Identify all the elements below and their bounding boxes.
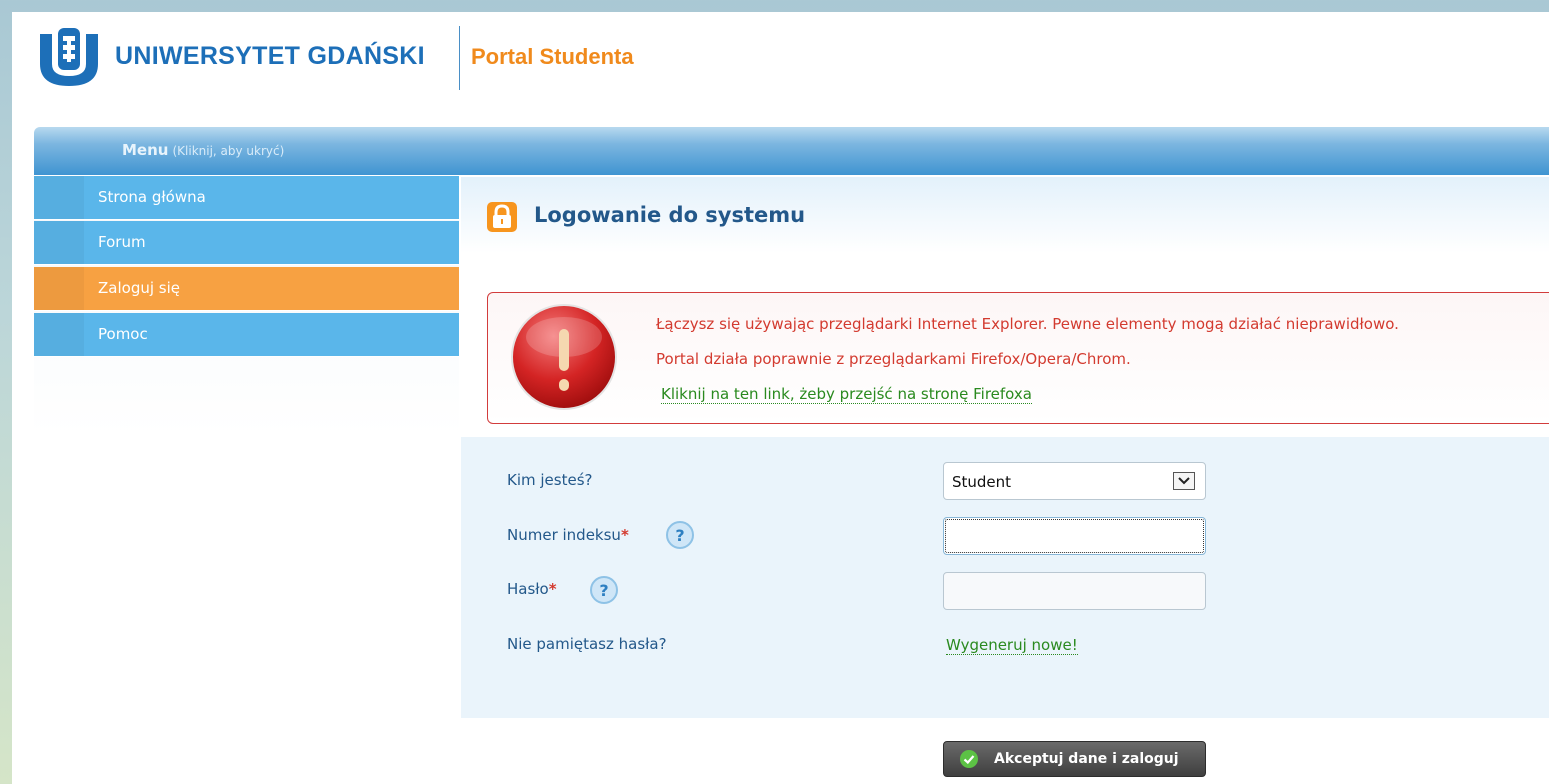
password-input[interactable] <box>943 572 1206 610</box>
warning-text-1: Łączysz się używając przeglądarki Intern… <box>656 315 1399 333</box>
university-logo-icon <box>40 28 98 86</box>
nav-strip <box>34 313 84 356</box>
role-label: Kim jesteś? <box>507 471 593 489</box>
content-header: Logowanie do systemu <box>461 177 1549 253</box>
portal-title: Portal Studenta <box>471 44 634 69</box>
role-select[interactable]: Student <box>943 462 1206 500</box>
menu-bar[interactable]: Menu (Kliknij, aby ukryć) <box>34 127 1549 175</box>
chevron-down-icon[interactable] <box>1173 472 1195 490</box>
password-label-text: Hasło <box>507 580 549 598</box>
sidebar-item-home[interactable]: Strona główna <box>34 176 459 220</box>
lock-icon <box>487 202 517 232</box>
header-divider <box>459 26 460 90</box>
alert-exclamation-icon <box>511 304 617 410</box>
required-mark: * <box>620 526 629 544</box>
index-label: Numer indeksu* <box>507 526 629 544</box>
page-frame: UNIWERSYTET GDAŃSKI Portal Studenta Menu… <box>12 12 1549 784</box>
sidebar-item-label: Pomoc <box>98 325 148 343</box>
role-select-value: Student <box>952 473 1012 491</box>
warning-text-2: Portal działa poprawnie z przeglądarkami… <box>656 350 1131 368</box>
sidebar-item-help[interactable]: Pomoc <box>34 313 459 357</box>
chevron-down-glyph <box>1178 477 1190 485</box>
sidebar-item-login[interactable]: Zaloguj się <box>34 267 459 311</box>
nav-strip <box>34 267 84 310</box>
help-icon[interactable]: ? <box>589 575 619 605</box>
required-mark: * <box>548 580 557 598</box>
nav-strip <box>34 176 84 219</box>
firefox-link[interactable]: Kliknij na ten link, żeby przejść na str… <box>661 385 1032 404</box>
checkmark-icon <box>960 750 978 768</box>
forgot-password-label: Nie pamiętasz hasła? <box>507 635 667 653</box>
svg-text:?: ? <box>675 526 684 545</box>
sidebar-item-forum[interactable]: Forum <box>34 221 459 265</box>
nav-strip <box>34 221 84 264</box>
university-name: UNIWERSYTET GDAŃSKI <box>115 42 425 70</box>
browser-warning: Łączysz się używając przeglądarki Intern… <box>487 292 1549 424</box>
sidebar-item-label: Zaloguj się <box>98 279 180 297</box>
help-icon[interactable]: ? <box>665 520 695 550</box>
sidebar: Strona główna Forum Zaloguj się Pomoc <box>34 176 459 436</box>
index-number-input[interactable] <box>943 517 1206 555</box>
sidebar-item-label: Strona główna <box>98 188 206 206</box>
sidebar-item-label: Forum <box>98 233 146 251</box>
menu-toggle[interactable]: Menu (Kliknij, aby ukryć) <box>122 141 284 159</box>
submit-label: Akceptuj dane i zaloguj <box>994 751 1179 767</box>
menu-hint: (Kliknij, aby ukryć) <box>172 144 285 158</box>
menu-title: Menu <box>122 141 169 159</box>
svg-text:?: ? <box>599 581 608 600</box>
login-submit-button[interactable]: Akceptuj dane i zaloguj <box>943 741 1206 777</box>
page-title: Logowanie do systemu <box>534 203 806 227</box>
password-label: Hasło* <box>507 580 557 598</box>
generate-password-link[interactable]: Wygeneruj nowe! <box>946 636 1078 655</box>
index-label-text: Numer indeksu <box>507 526 621 544</box>
